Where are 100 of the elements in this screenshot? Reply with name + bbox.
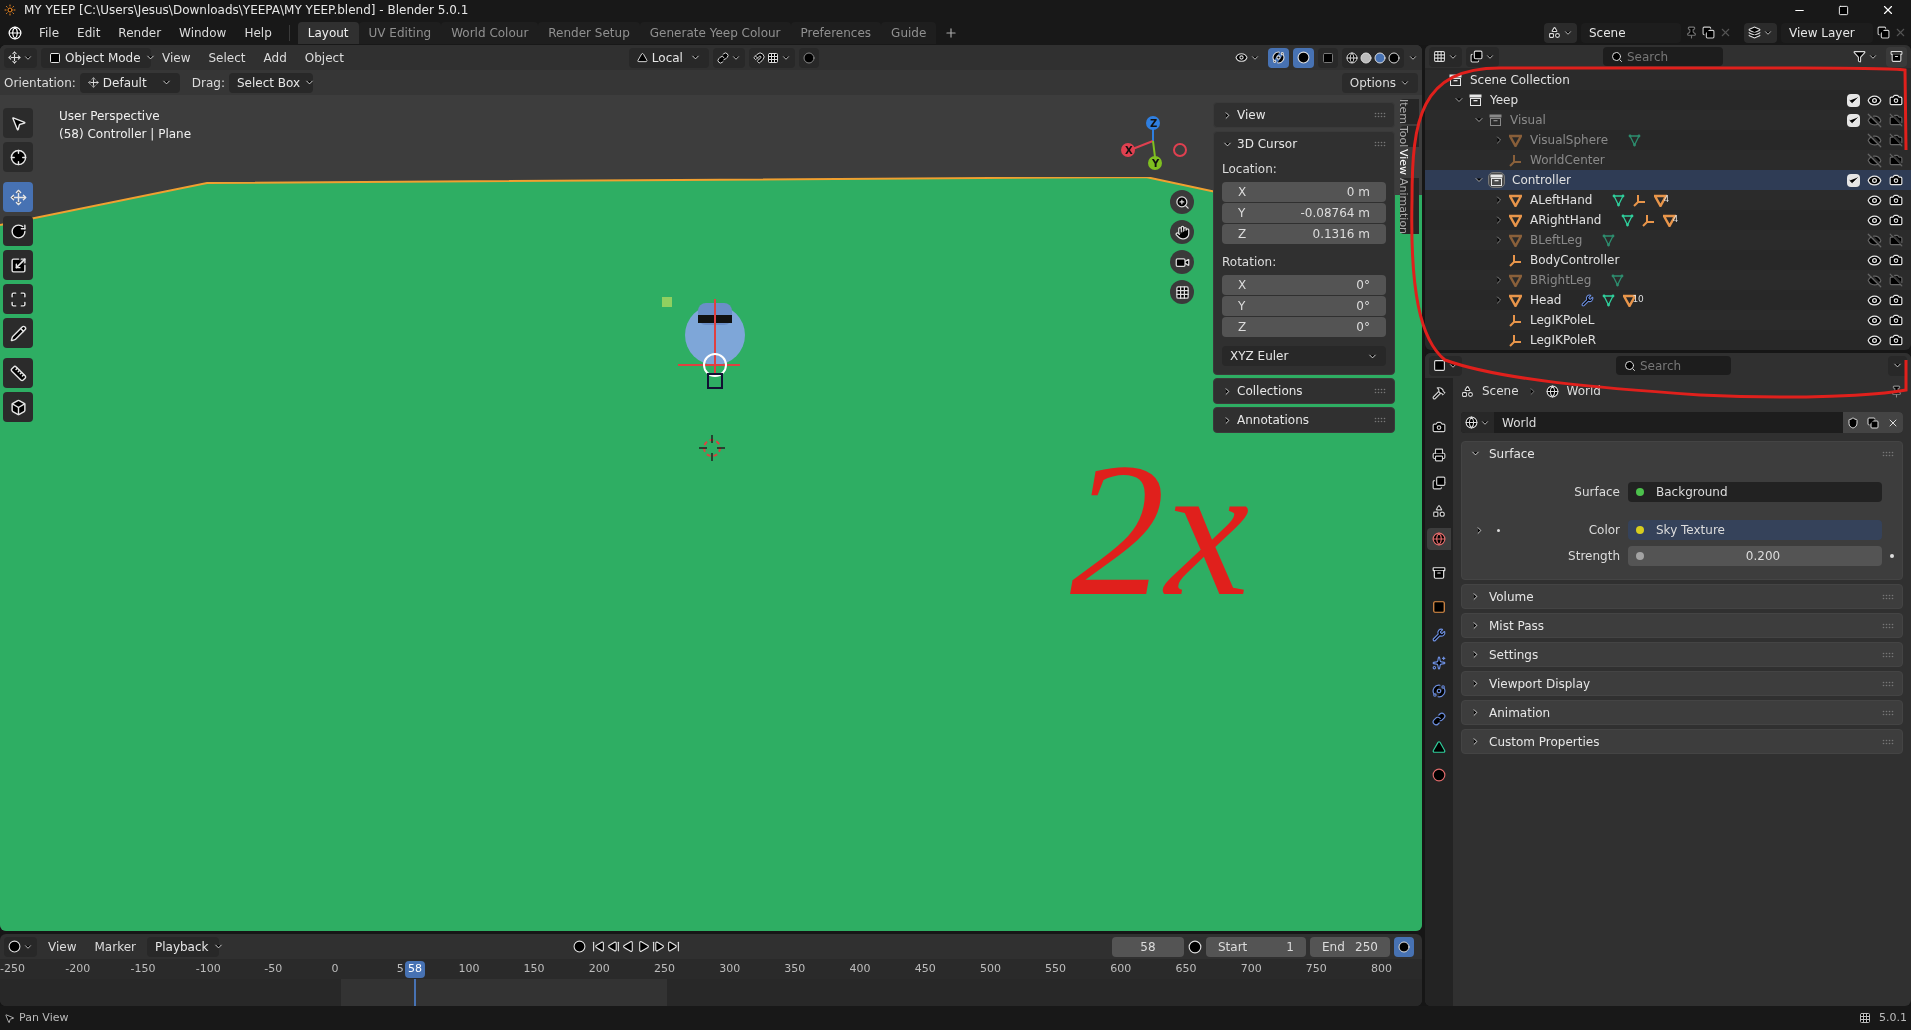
menu-item[interactable]: View — [155, 48, 198, 67]
frame-number: 400 — [849, 961, 871, 978]
playhead-frame-label: 58 — [405, 961, 425, 979]
options-button[interactable]: Options — [1341, 72, 1418, 93]
sidebar-tab[interactable]: Item — [1400, 99, 1419, 125]
panel-header[interactable]: Animation — [1462, 701, 1902, 724]
outliner-item-name: BRightLeg — [1530, 272, 1592, 289]
panel-header[interactable]: Annotations — [1214, 408, 1394, 432]
shader-field[interactable]: Background — [1628, 482, 1882, 502]
workspace-tab[interactable]: Generate Yeep Colour — [639, 21, 791, 44]
window-title: MY YEEP [C:\Users\Jesus\Downloads\YEEPA\MY YEEP.blend] - Blender 5.0.1 — [24, 2, 469, 19]
search-field[interactable]: Search — [1603, 47, 1723, 66]
viewport-info-text: User Perspective — [59, 108, 161, 125]
number-field[interactable]: X 0 m — [1222, 182, 1386, 202]
rotation-mode-dropdown[interactable]: XYZ Euler — [1222, 346, 1386, 366]
frame-number: 800 — [1371, 961, 1393, 978]
field-label: Location: — [1222, 161, 1278, 178]
menu-item[interactable]: File — [30, 21, 69, 44]
workspace-tab[interactable]: UV Editing — [358, 21, 442, 44]
outliner-row[interactable]: Yeep — [1425, 90, 1911, 110]
number-field[interactable]: Y -0.08764 m — [1222, 203, 1386, 223]
scene-name-field[interactable]: Scene — [1581, 22, 1681, 43]
frame-number: 700 — [1240, 961, 1262, 978]
menu-item[interactable]: Help — [235, 21, 281, 44]
workspace-tab[interactable]: World Colour — [441, 21, 539, 44]
menu-item[interactable]: Render — [109, 21, 171, 44]
outliner-row[interactable]: Head 10 — [1425, 290, 1911, 310]
breadcrumb-item: Scene — [1482, 383, 1519, 400]
outliner-item-name: BLeftLeg — [1530, 232, 1583, 249]
number-field[interactable]: 0.200 — [1628, 546, 1882, 566]
number-field[interactable]: Z 0.1316 m — [1222, 224, 1386, 244]
outliner-row[interactable]: LegIKPoleR — [1425, 330, 1911, 350]
panel-header[interactable]: Surface — [1462, 442, 1902, 465]
frame-number: 200 — [588, 961, 610, 978]
outliner-item-name: Visual — [1510, 112, 1546, 129]
orientation-label: Orientation: — [4, 74, 76, 92]
datablock-field[interactable]: World — [1461, 412, 1903, 433]
outliner-item-name: WorldCenter — [1530, 152, 1605, 169]
frame-number: 0 — [331, 961, 340, 978]
frame-number: -150 — [130, 961, 156, 978]
frame-number: 350 — [784, 961, 806, 978]
count-label: 4 — [1672, 213, 1679, 227]
outliner-row[interactable]: Controller — [1425, 170, 1911, 190]
workspace-tab[interactable]: Render Setup — [538, 21, 640, 44]
panel-header[interactable]: Custom Properties — [1462, 730, 1902, 753]
orientation-dropdown[interactable]: Local — [628, 47, 709, 68]
number-field[interactable]: Y 0° — [1222, 296, 1386, 316]
panel-header[interactable]: Volume — [1462, 585, 1902, 608]
menu-item[interactable]: Add — [256, 48, 294, 67]
frame-number: -200 — [65, 961, 91, 978]
outliner-item-name: ALeftHand — [1530, 192, 1593, 209]
frame-number: 300 — [719, 961, 741, 978]
frame-number: 150 — [523, 961, 545, 978]
workspace-tab[interactable]: Guide — [881, 21, 937, 44]
panel-header[interactable]: Mist Pass — [1462, 614, 1902, 637]
panel-header[interactable]: Viewport Display — [1462, 672, 1902, 695]
axis-label: Y — [1152, 157, 1160, 171]
outliner-item-name: Head — [1530, 292, 1562, 309]
status-message: Pan View — [19, 1009, 69, 1026]
start-frame-field[interactable]: Start 1 — [1206, 936, 1306, 957]
panel-header[interactable]: 3D Cursor — [1214, 132, 1394, 156]
panel-header[interactable]: View — [1214, 103, 1394, 127]
frame-number: 500 — [979, 961, 1001, 978]
outliner-item-name: Controller — [1512, 172, 1572, 189]
outliner-row[interactable]: BodyController — [1425, 250, 1911, 270]
property-label: Surface — [1573, 484, 1621, 501]
end-frame-field[interactable]: End 250 — [1310, 936, 1390, 957]
panel-header[interactable]: Collections — [1214, 379, 1394, 403]
menu-item[interactable]: Marker — [87, 937, 143, 956]
frame-number: 450 — [914, 961, 936, 978]
menu-item[interactable]: View — [41, 937, 84, 956]
panel-header[interactable]: Settings — [1462, 643, 1902, 666]
property-label: Strength — [1567, 548, 1621, 565]
workspace-tab[interactable]: Layout — [297, 21, 359, 44]
menu-item[interactable]: Object — [297, 48, 351, 67]
drag-label: Drag: — [191, 74, 225, 92]
workspace-tab[interactable]: Preferences — [790, 21, 882, 44]
outliner-row[interactable]: ARightHand 4 — [1425, 210, 1911, 230]
outliner-item-name: Scene Collection — [1470, 72, 1570, 89]
axis-label: Z — [1150, 117, 1158, 131]
outliner-item-name: BodyController — [1530, 252, 1620, 269]
menu-item[interactable]: Select — [201, 48, 253, 67]
orientation-dropdown[interactable]: Default — [79, 72, 180, 93]
menu-item[interactable]: Window — [170, 21, 236, 44]
count-label: 10 — [1632, 293, 1644, 307]
menu-item[interactable]: Edit — [68, 21, 110, 44]
axis-label: X — [1125, 144, 1133, 158]
viewport-info-text: (58) Controller | Plane — [59, 126, 192, 143]
drag-dropdown[interactable]: Select Box — [229, 72, 313, 93]
breadcrumb-item: World — [1566, 383, 1601, 400]
frame-number: 100 — [458, 961, 480, 978]
field-label: Rotation: — [1222, 254, 1278, 271]
number-field[interactable]: Z 0° — [1222, 317, 1386, 337]
current-frame-field[interactable]: 58 — [1112, 936, 1184, 957]
shader-field[interactable]: Sky Texture — [1628, 520, 1882, 540]
view-layer-name-field[interactable]: View Layer — [1781, 22, 1873, 43]
search-field[interactable]: Search — [1616, 356, 1731, 375]
outliner-item-name: ARightHand — [1530, 212, 1602, 229]
frame-number: 750 — [1305, 961, 1327, 978]
number-field[interactable]: X 0° — [1222, 275, 1386, 295]
